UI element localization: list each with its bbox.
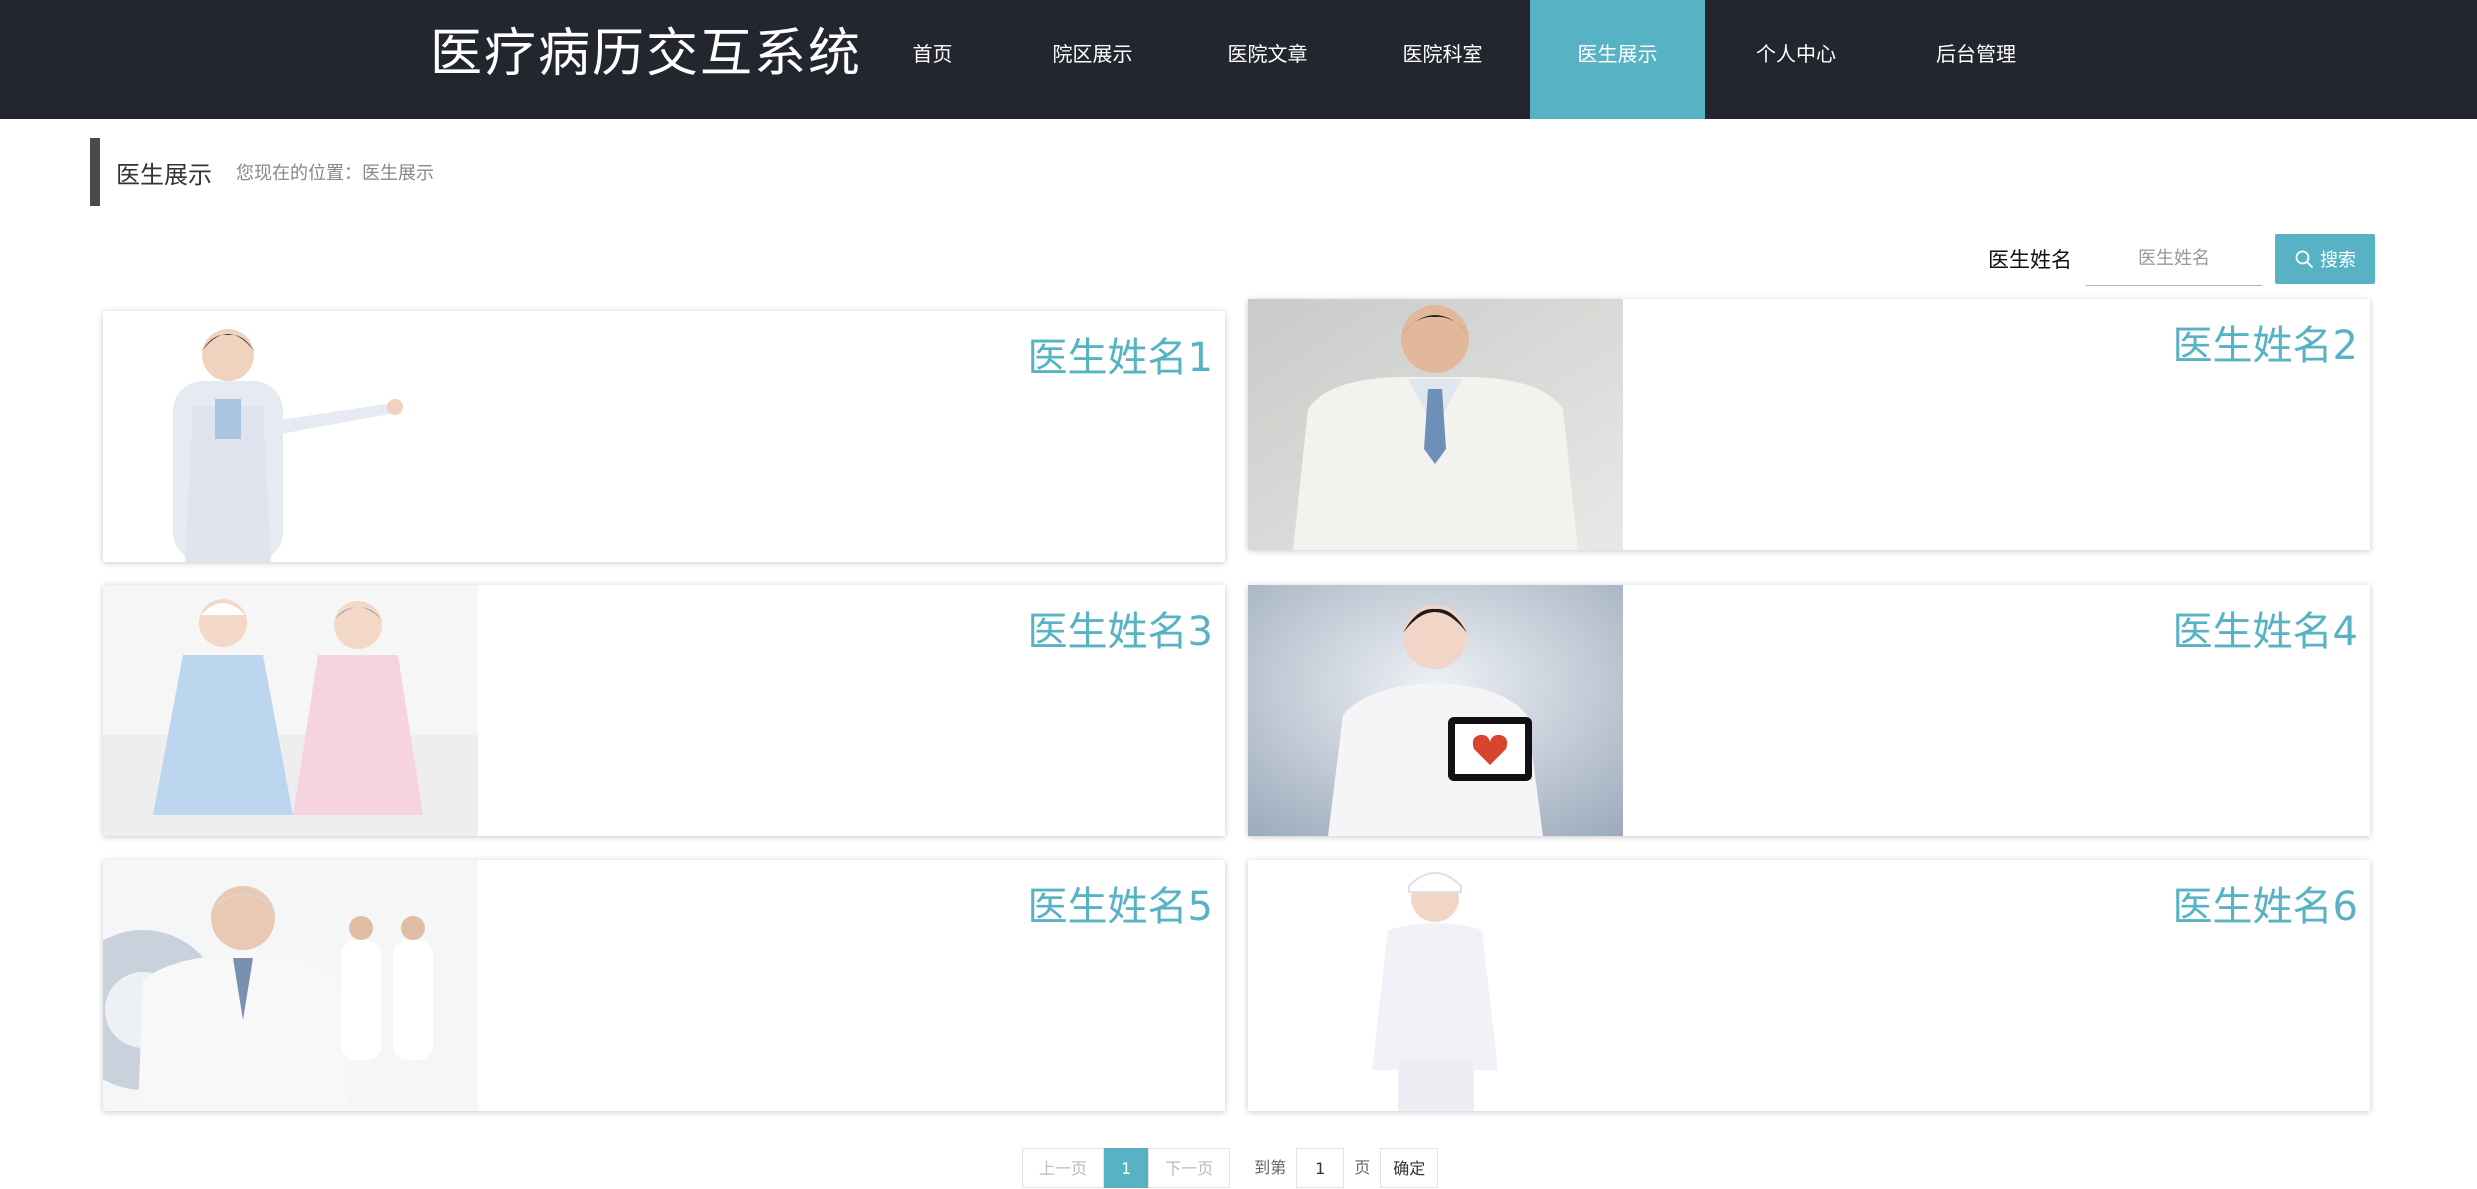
search-button[interactable]: 搜索 (2275, 234, 2375, 284)
breadcrumb-accent-bar (90, 138, 100, 206)
doctor-name[interactable]: 医生姓名2 (2173, 313, 2358, 371)
search-bar: 医生姓名 搜索 (1988, 232, 2375, 286)
nav-item-doctors[interactable]: 医生展示 (1530, 0, 1705, 119)
doctor-name[interactable]: 医生姓名3 (1028, 599, 1213, 657)
nav-item-articles[interactable]: 医院文章 (1180, 0, 1355, 119)
doctor-name[interactable]: 医生姓名4 (2173, 599, 2358, 657)
nav-item-home[interactable]: 首页 (860, 0, 1005, 119)
page-title: 医生展示 (116, 160, 212, 189)
nav-item-campus[interactable]: 院区展示 (1005, 0, 1180, 119)
next-page-button[interactable]: 下一页 (1148, 1148, 1231, 1188)
pagination: 上一页 1 下一页 到第 页 确定 (1022, 1148, 1439, 1188)
current-page-button[interactable]: 1 (1104, 1148, 1149, 1188)
prev-page-button[interactable]: 上一页 (1022, 1148, 1105, 1188)
breadcrumb-current[interactable]: 医生展示 (362, 159, 434, 185)
doctor-photo (1248, 860, 1623, 1111)
doctor-name[interactable]: 医生姓名1 (1028, 325, 1213, 383)
main-nav: 首页 院区展示 医院文章 医院科室 医生展示 个人中心 后台管理 (860, 0, 2065, 119)
doctor-name[interactable]: 医生姓名5 (1028, 874, 1213, 932)
doctor-name[interactable]: 医生姓名6 (2173, 874, 2358, 932)
goto-suffix: 页 (1354, 1158, 1371, 1177)
search-label: 医生姓名 (1988, 248, 2072, 272)
doctor-card[interactable]: 医生姓名6 (1248, 860, 2370, 1111)
doctor-card[interactable]: 医生姓名4 (1248, 585, 2370, 836)
goto-page-input[interactable] (1296, 1148, 1345, 1188)
nav-item-profile[interactable]: 个人中心 (1705, 0, 1887, 119)
doctor-photo (103, 311, 478, 562)
nav-item-admin[interactable]: 后台管理 (1887, 0, 2065, 119)
top-navbar: 医疗病历交互系统 首页 院区展示 医院文章 医院科室 医生展示 个人中心 后台管… (0, 0, 2477, 119)
breadcrumb: 医生展示 您现在的位置： 医生展示 (90, 138, 434, 206)
doctor-card[interactable]: 医生姓名1 (103, 311, 1225, 562)
doctor-photo (1248, 299, 1623, 550)
goto-prefix: 到第 (1254, 1158, 1287, 1177)
search-button-label: 搜索 (2320, 250, 2356, 271)
doctor-photo (1248, 585, 1623, 836)
doctor-photo (103, 860, 478, 1111)
doctor-card[interactable]: 医生姓名3 (103, 585, 1225, 836)
doctor-card[interactable]: 医生姓名2 (1248, 299, 2370, 550)
goto-confirm-button[interactable]: 确定 (1380, 1148, 1439, 1188)
doctor-photo (103, 585, 478, 836)
doctor-card[interactable]: 医生姓名5 (103, 860, 1225, 1111)
search-icon (2295, 250, 2313, 268)
breadcrumb-location-label: 您现在的位置： (236, 163, 362, 184)
nav-item-departments[interactable]: 医院科室 (1355, 0, 1530, 119)
site-logo[interactable]: 医疗病历交互系统 (430, 22, 862, 86)
doctor-name-search-input[interactable] (2086, 232, 2262, 286)
